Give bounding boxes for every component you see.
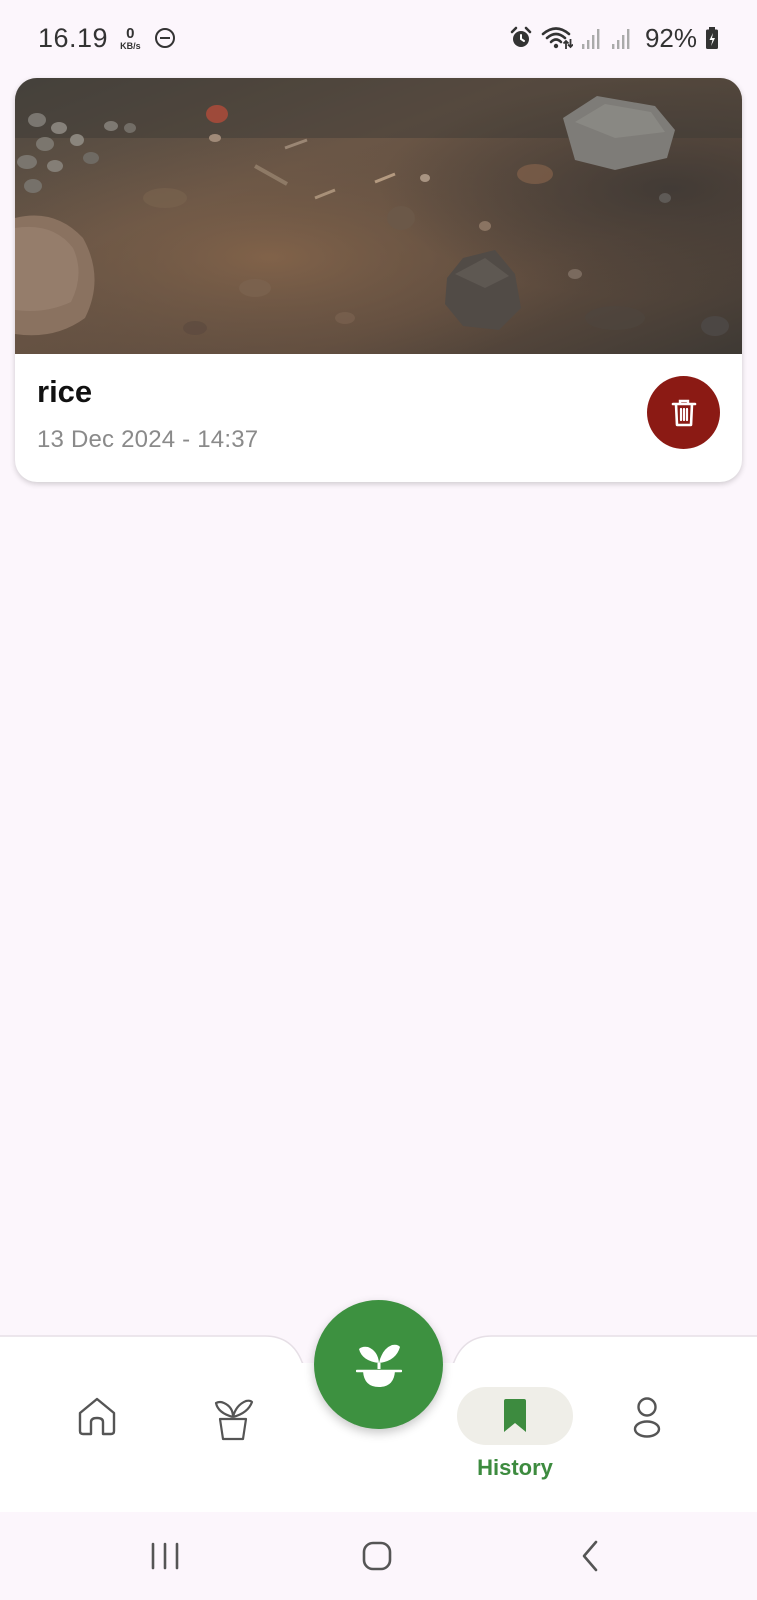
trash-icon bbox=[671, 399, 696, 426]
status-time: 16.19 bbox=[38, 22, 109, 53]
signal-icon bbox=[611, 29, 630, 49]
nav-history[interactable]: History bbox=[457, 1387, 573, 1481]
nav-home[interactable] bbox=[74, 1395, 120, 1437]
alarm-icon bbox=[510, 26, 532, 47]
soil-photo bbox=[15, 78, 742, 354]
scan-fab-button[interactable] bbox=[314, 1300, 443, 1429]
plant-pot-icon bbox=[214, 1399, 254, 1441]
battery-charging-icon bbox=[706, 27, 718, 49]
bookmark-icon bbox=[504, 1399, 526, 1432]
home-circle-icon bbox=[362, 1541, 392, 1571]
recents-icon bbox=[151, 1542, 179, 1570]
battery-percent: 92% bbox=[644, 22, 697, 53]
card-title: rice bbox=[37, 374, 93, 409]
home-icon bbox=[78, 1397, 116, 1436]
net-speed-value: 0 bbox=[126, 24, 135, 42]
card-date: 13 Dec 2024 - 14:37 bbox=[37, 426, 259, 453]
status-left: 16.19 0 KB/s bbox=[38, 23, 175, 54]
history-screen: 16.19 0 KB/s 92% rice 13 Dec 2024 - 14:3… bbox=[0, 0, 757, 1600]
status-right: 92% bbox=[509, 23, 719, 54]
recents-button[interactable] bbox=[130, 1512, 200, 1600]
signal-icon bbox=[581, 29, 600, 49]
nav-history-label: History bbox=[477, 1455, 553, 1480]
net-speed-unit: KB/s bbox=[120, 40, 141, 51]
status-bar: 16.19 0 KB/s 92% bbox=[0, 0, 757, 76]
history-card[interactable]: rice 13 Dec 2024 - 14:37 bbox=[15, 78, 742, 482]
net-speed: 0 KB/s bbox=[120, 26, 141, 51]
system-nav-bar bbox=[0, 1512, 757, 1600]
sprout-icon bbox=[355, 1344, 402, 1387]
history-pill bbox=[457, 1387, 573, 1445]
nav-plants[interactable] bbox=[210, 1395, 256, 1443]
back-button[interactable] bbox=[555, 1512, 625, 1600]
wifi-icon bbox=[541, 27, 573, 49]
delete-button[interactable] bbox=[647, 376, 720, 449]
nav-profile[interactable] bbox=[630, 1395, 664, 1439]
do-not-disturb-icon bbox=[154, 28, 175, 48]
system-home-button[interactable] bbox=[342, 1512, 412, 1600]
back-icon bbox=[582, 1540, 598, 1572]
person-icon bbox=[633, 1397, 661, 1438]
